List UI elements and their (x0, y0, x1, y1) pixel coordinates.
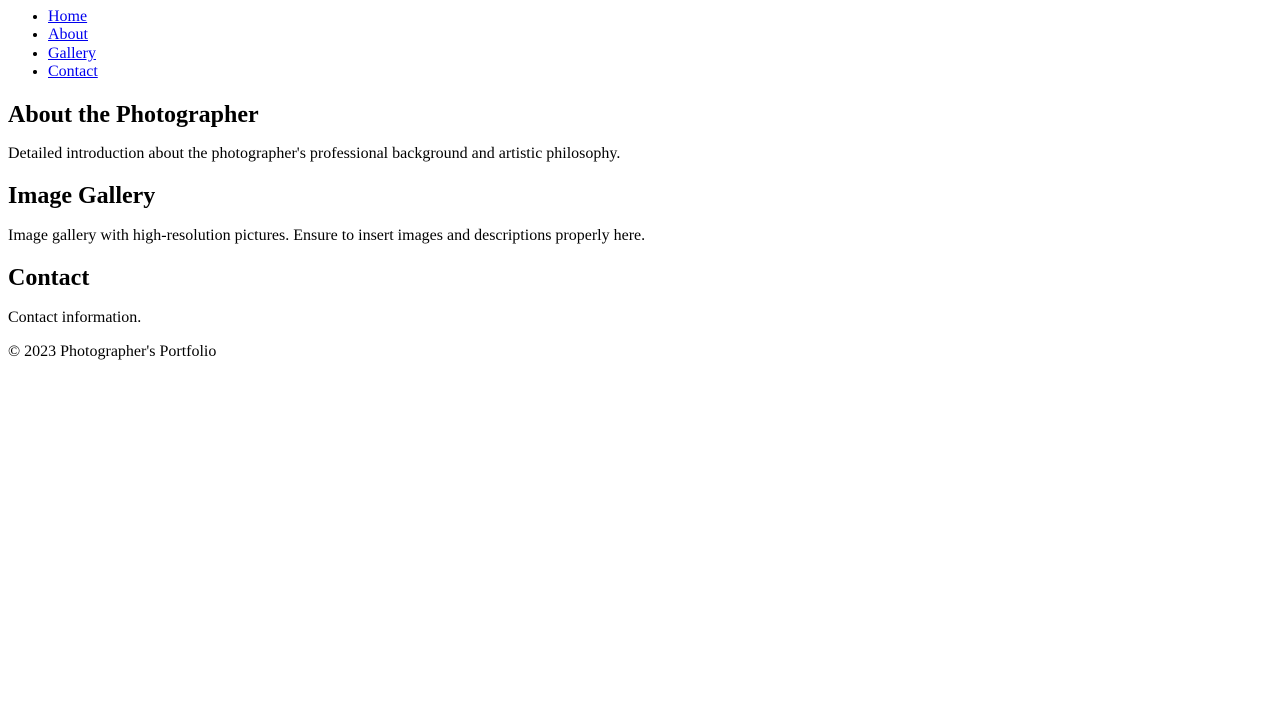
nav-item-contact: Contact (48, 63, 1272, 81)
contact-text: Contact information. (8, 308, 142, 326)
nav-item-about: About (48, 26, 1272, 44)
gallery-text: Image gallery with high-resolution pictu… (8, 227, 646, 244)
about-section: About the Photographer Detailed introduc… (8, 102, 1272, 164)
nav-list: Home About Gallery Contact (8, 8, 1272, 82)
nav-link-about[interactable]: About (48, 26, 88, 43)
contact-heading: Contact (8, 265, 90, 292)
nav-item-home: Home (48, 8, 1272, 26)
about-heading: About the Photographer (8, 101, 259, 128)
gallery-heading: Image Gallery (8, 183, 156, 210)
copyright-text: © 2023 Photographer's Portfolio (8, 343, 217, 361)
gallery-section: Image Gallery Image gallery with high-re… (8, 183, 1272, 245)
nav-item-gallery: Gallery (48, 45, 1272, 63)
nav-link-gallery[interactable]: Gallery (48, 45, 96, 62)
page-footer: © 2023 Photographer's Portfolio (8, 343, 1272, 361)
nav-link-home[interactable]: Home (48, 8, 87, 25)
nav-link-contact[interactable]: Contact (48, 63, 98, 80)
contact-section: Contact Contact information. (8, 265, 1272, 327)
main-nav: Home About Gallery Contact (8, 8, 1272, 82)
about-text: Detailed introduction about the photogra… (8, 145, 621, 163)
